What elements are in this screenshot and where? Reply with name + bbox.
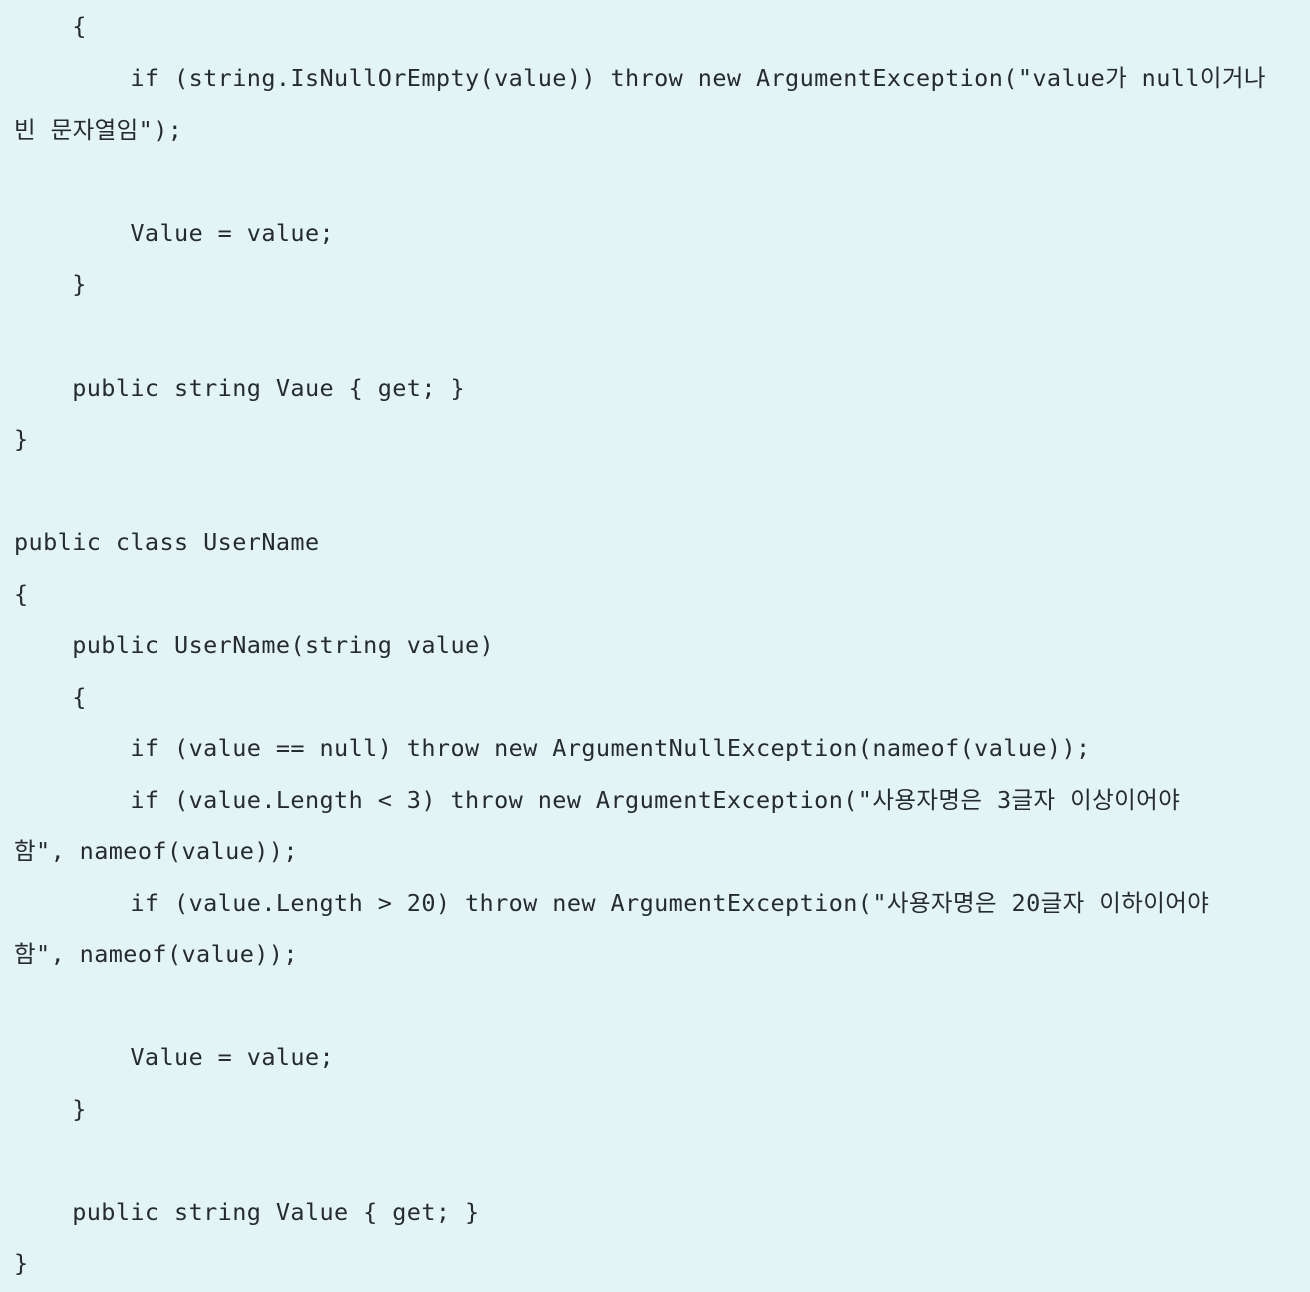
code-line: 함", nameof(value)); — [14, 940, 298, 968]
code-line: public class UserName — [14, 528, 320, 556]
code-line: } — [14, 1095, 87, 1123]
code-line: if (value.Length < 3) throw new Argument… — [14, 786, 1181, 814]
code-line: Value = value; — [14, 1043, 335, 1071]
code-line: } — [14, 1249, 29, 1277]
code-line: if (value == null) throw new ArgumentNul… — [14, 734, 1091, 762]
code-line: { — [14, 12, 87, 40]
code-line: 빈 문자열임"); — [14, 116, 183, 144]
code-line: 함", nameof(value)); — [14, 837, 298, 865]
code-line: public UserName(string value) — [14, 631, 495, 659]
code-line: public string Value { get; } — [14, 1198, 480, 1226]
code-listing: { if (string.IsNullOrEmpty(value)) throw… — [0, 0, 1310, 1292]
code-line: Value = value; — [14, 219, 335, 247]
code-line: { — [14, 580, 29, 608]
code-line: if (value.Length > 20) throw new Argumen… — [14, 889, 1210, 917]
code-line: } — [14, 270, 87, 298]
code-line: } — [14, 425, 29, 453]
code-line: if (string.IsNullOrEmpty(value)) throw n… — [14, 64, 1266, 92]
code-line: public string Vaue { get; } — [14, 374, 465, 402]
code-line: { — [14, 683, 87, 711]
